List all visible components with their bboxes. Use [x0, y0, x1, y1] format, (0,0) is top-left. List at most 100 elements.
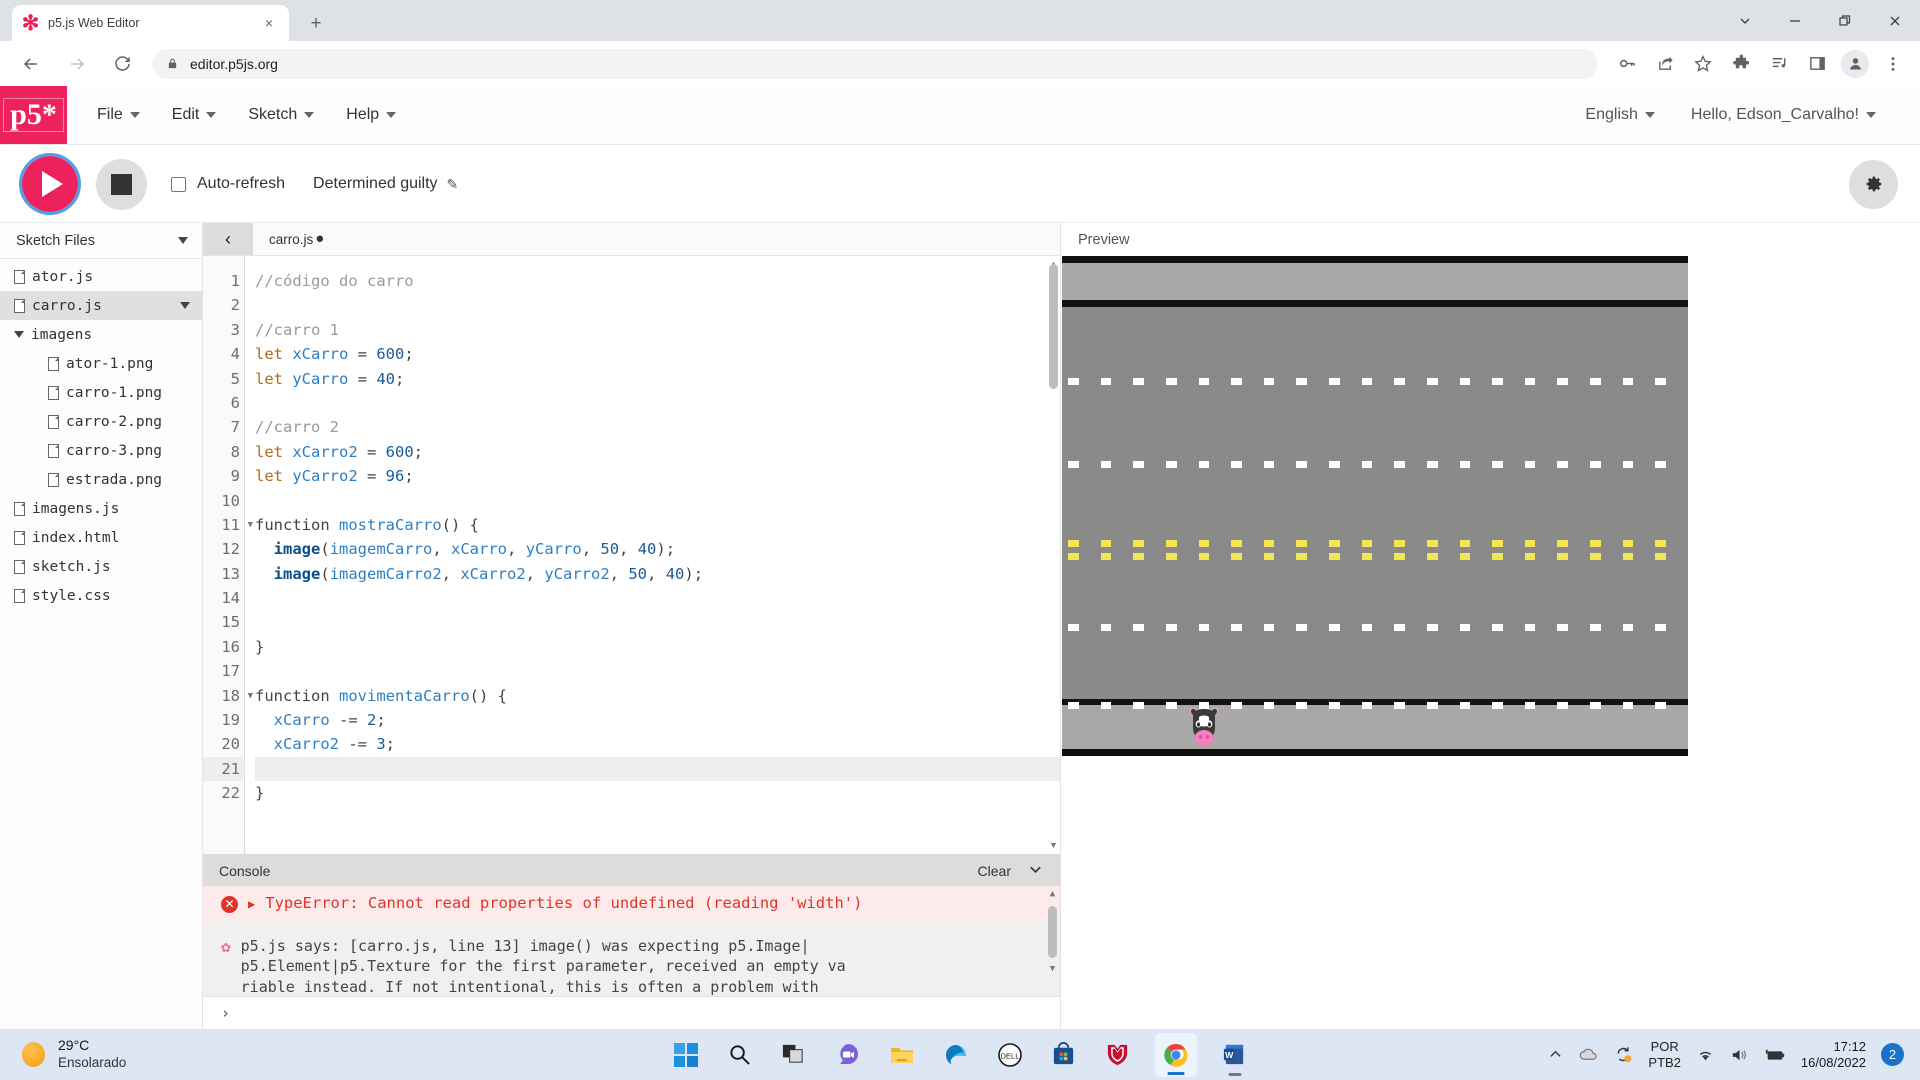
- folder-row[interactable]: imagens: [0, 320, 202, 349]
- work-area: Sketch Files ator.js carro.js imagens ator-…: [0, 223, 1920, 1029]
- console-scrollbar[interactable]: ▲ ▼: [1048, 890, 1057, 992]
- file-row[interactable]: carro.js: [0, 291, 202, 320]
- chevron-down-icon[interactable]: [1720, 0, 1770, 41]
- menu-file[interactable]: File: [81, 106, 156, 124]
- console-output[interactable]: ✕ ▶ TypeError: Cannot read properties of…: [203, 886, 1060, 996]
- wifi-icon[interactable]: [1696, 1047, 1715, 1063]
- scrollbar-thumb[interactable]: [1049, 264, 1058, 389]
- back-button[interactable]: [14, 47, 48, 81]
- code-fold-icon[interactable]: ▼: [248, 684, 253, 708]
- console-scroll-down-arrow[interactable]: ▼: [1048, 965, 1057, 974]
- file-row[interactable]: ator.js: [0, 262, 202, 291]
- file-row[interactable]: sketch.js: [0, 552, 202, 581]
- chrome-button[interactable]: [1155, 1032, 1197, 1077]
- scroll-down-arrow[interactable]: ▼: [1049, 841, 1058, 850]
- bookmark-star-icon[interactable]: [1687, 48, 1719, 80]
- sketch-files-header[interactable]: Sketch Files: [0, 223, 202, 259]
- forward-button[interactable]: [60, 47, 94, 81]
- sketch-name[interactable]: Determined guilty ✎: [313, 175, 458, 193]
- file-row[interactable]: ator-1.png: [0, 349, 202, 378]
- console-clear-button[interactable]: Clear: [978, 863, 1011, 879]
- chat-button[interactable]: [831, 1038, 864, 1071]
- cloud-icon[interactable]: [1578, 1047, 1599, 1062]
- code-editor[interactable]: 1 2 3 4 5 6 7 8 9 10 11 ▼ 12 13 14 15 16 17 18 ▼ 19 20 21 22 //…: [203, 256, 1060, 854]
- code-content[interactable]: //código do carro //carro 1 let xCarro = …: [245, 256, 1060, 854]
- console-input[interactable]: ›: [203, 996, 1060, 1028]
- console-error-row[interactable]: ✕ ▶ TypeError: Cannot read properties of…: [203, 886, 1060, 922]
- chevron-down-icon[interactable]: [178, 237, 188, 244]
- collapse-sidebar-button[interactable]: ‹: [203, 223, 253, 255]
- word-button[interactable]: W: [1218, 1038, 1251, 1071]
- file-row[interactable]: index.html: [0, 523, 202, 552]
- file-row[interactable]: carro-3.png: [0, 436, 202, 465]
- search-button[interactable]: [723, 1038, 756, 1071]
- editor-scrollbar[interactable]: ▲ ▼: [1049, 260, 1058, 850]
- new-tab-button[interactable]: +: [302, 10, 330, 38]
- code-token: ;: [395, 369, 405, 388]
- menu-help[interactable]: Help: [330, 106, 412, 124]
- dell-button[interactable]: DELL: [993, 1038, 1026, 1071]
- profile-avatar-icon[interactable]: [1841, 49, 1869, 78]
- task-view-button[interactable]: [777, 1038, 810, 1071]
- expand-triangle-icon[interactable]: ▶: [248, 897, 255, 911]
- play-button[interactable]: [19, 153, 81, 215]
- file-row[interactable]: estrada.png: [0, 465, 202, 494]
- lane-dash: [1100, 624, 1112, 631]
- file-options-icon[interactable]: [180, 302, 190, 309]
- start-button[interactable]: [669, 1038, 702, 1071]
- sketch-canvas[interactable]: [1062, 256, 1688, 756]
- stop-button[interactable]: [96, 158, 147, 210]
- sync-icon[interactable]: [1614, 1045, 1633, 1064]
- folder-expand-icon[interactable]: [14, 331, 24, 338]
- chevron-up-icon[interactable]: [1548, 1047, 1563, 1062]
- restore-icon[interactable]: [1820, 0, 1870, 41]
- file-row[interactable]: carro-2.png: [0, 407, 202, 436]
- lane-dash: [1068, 540, 1079, 547]
- console-scrollbar-thumb[interactable]: [1048, 906, 1057, 958]
- language-indicator[interactable]: POR PTB2: [1648, 1039, 1681, 1071]
- reload-button[interactable]: [106, 47, 140, 81]
- mcafee-button[interactable]: [1101, 1038, 1134, 1071]
- file-row[interactable]: carro-1.png: [0, 378, 202, 407]
- address-bar[interactable]: editor.p5js.org: [152, 48, 1598, 79]
- auto-refresh-toggle[interactable]: Auto-refresh: [171, 175, 285, 193]
- close-icon[interactable]: ×: [259, 13, 279, 33]
- notification-badge[interactable]: 2: [1881, 1043, 1904, 1066]
- side-panel-icon[interactable]: [1801, 48, 1833, 80]
- file-row[interactable]: imagens.js: [0, 494, 202, 523]
- console-scroll-up-arrow[interactable]: ▲: [1048, 890, 1057, 899]
- auto-refresh-checkbox[interactable]: [171, 176, 186, 192]
- clock[interactable]: 17:12 16/08/2022: [1801, 1039, 1866, 1071]
- extensions-puzzle-icon[interactable]: [1725, 48, 1757, 80]
- file-row[interactable]: style.css: [0, 581, 202, 610]
- lane-dash: [1133, 461, 1144, 468]
- chevron-down-icon[interactable]: [1027, 861, 1044, 881]
- edge-button[interactable]: [939, 1038, 972, 1071]
- lane-dash: [1492, 624, 1503, 631]
- menu-sketch[interactable]: Sketch: [232, 106, 330, 124]
- media-playlist-icon[interactable]: [1763, 48, 1795, 80]
- code-line: //código do carro: [255, 269, 1060, 293]
- language-selector[interactable]: English: [1567, 106, 1672, 124]
- speaker-icon[interactable]: [1730, 1047, 1749, 1063]
- minimize-icon[interactable]: [1770, 0, 1820, 41]
- close-icon[interactable]: [1870, 0, 1920, 41]
- p5-logo[interactable]: p5*: [0, 86, 67, 144]
- weather-widget[interactable]: 29°C Ensolarado: [0, 1037, 126, 1071]
- battery-charging-icon[interactable]: [1764, 1048, 1786, 1062]
- settings-button[interactable]: [1849, 159, 1898, 209]
- key-icon[interactable]: [1611, 48, 1643, 80]
- account-menu[interactable]: Hello, Edson_Carvalho!: [1673, 106, 1894, 124]
- code-fold-icon[interactable]: ▼: [248, 513, 253, 537]
- pencil-edit-icon[interactable]: ✎: [447, 176, 459, 193]
- menu-edit[interactable]: Edit: [156, 106, 233, 124]
- store-button[interactable]: [1047, 1038, 1080, 1071]
- document-icon: [48, 385, 59, 400]
- file-explorer-button[interactable]: [885, 1038, 918, 1071]
- share-icon[interactable]: [1649, 48, 1681, 80]
- file-list: ator.js carro.js imagens ator-1.png carro-1.…: [0, 259, 202, 610]
- browser-tab[interactable]: ✻ p5.js Web Editor ×: [12, 5, 289, 41]
- editor-tab-carro-js[interactable]: carro.js ●: [253, 223, 340, 255]
- chrome-menu-icon[interactable]: [1877, 48, 1909, 80]
